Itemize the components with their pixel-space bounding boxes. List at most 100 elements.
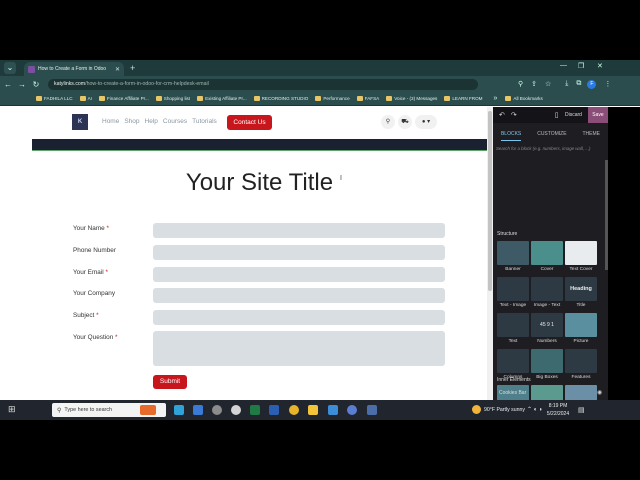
back-icon[interactable]: ← bbox=[2, 80, 14, 89]
bookmarks-bar: FADHILA LLC AI Finance Affiliate Pr... S… bbox=[0, 92, 640, 106]
clock-date[interactable]: 5/22/2024 bbox=[545, 411, 571, 417]
discard-button[interactable]: Discard bbox=[565, 112, 582, 118]
block-features[interactable]: Features bbox=[565, 349, 597, 380]
undo-icon[interactable]: ↶ bbox=[499, 111, 505, 119]
notification-icon[interactable]: ▤ bbox=[578, 406, 585, 414]
contact-us-button[interactable]: Contact Us bbox=[227, 115, 272, 130]
chrome-icon[interactable] bbox=[367, 405, 377, 415]
bookmark-item[interactable]: Performance bbox=[315, 96, 350, 101]
search-icon[interactable]: ⚲ bbox=[381, 115, 395, 129]
extensions-icon[interactable]: ⧉ bbox=[576, 80, 581, 88]
user-icon[interactable]: ● ▾ bbox=[415, 115, 437, 129]
chevron-right-icon[interactable]: » bbox=[493, 95, 497, 102]
share-icon[interactable]: ⇪ bbox=[531, 80, 537, 88]
nav-courses[interactable]: Courses bbox=[163, 118, 187, 125]
weather-icon bbox=[472, 405, 481, 414]
block-image-text[interactable]: Image - Text bbox=[531, 277, 563, 308]
save-button[interactable]: Save bbox=[588, 107, 608, 123]
label-your-company: Your Company bbox=[73, 290, 116, 297]
tab-customize[interactable]: CUSTOMIZE bbox=[537, 127, 566, 141]
text-cursor-icon: I bbox=[340, 175, 342, 182]
nav-shop[interactable]: Shop bbox=[124, 118, 139, 125]
scroll-thumb[interactable] bbox=[488, 111, 492, 291]
menu-icon[interactable]: ⋮ bbox=[604, 80, 611, 88]
chrome-icon[interactable] bbox=[347, 405, 357, 415]
clock-time[interactable]: 8:19 PM bbox=[547, 403, 569, 409]
bookmark-item[interactable]: FADHILA LLC bbox=[36, 96, 73, 101]
block-cover[interactable]: Cover bbox=[531, 241, 563, 272]
app-icon[interactable] bbox=[212, 405, 222, 415]
profile-avatar[interactable]: F bbox=[587, 79, 597, 89]
url-path: /how-to-create-a-form-in-odoo-for-crm-he… bbox=[85, 81, 209, 87]
browser-tab[interactable]: How to Create a Form in Odoo ✕ bbox=[24, 62, 124, 76]
block-text-image[interactable]: Text - Image bbox=[497, 277, 529, 308]
tab-theme[interactable]: THEME bbox=[583, 127, 601, 141]
all-bookmarks[interactable]: All Bookmarks bbox=[505, 96, 543, 101]
minimize-icon[interactable]: — bbox=[560, 62, 567, 69]
subject-input[interactable] bbox=[153, 310, 445, 325]
search-icon: ⚲ bbox=[57, 407, 62, 414]
phone-number-input[interactable] bbox=[153, 245, 445, 260]
block-search-input[interactable]: Search for a block (e.g. numbers, image … bbox=[496, 144, 605, 154]
bookmark-item[interactable]: Finance Affiliate Pr... bbox=[98, 96, 149, 101]
tray-icons[interactable]: ⌃ ◐ ◗ bbox=[527, 406, 543, 413]
bookmark-item[interactable]: FAFSA bbox=[356, 96, 379, 101]
browser-toolbar: ← → ↻ katylinks.com /how-to-create-a-for… bbox=[0, 76, 640, 92]
block-title[interactable]: Heading Title bbox=[565, 277, 597, 308]
cart-icon[interactable]: ⛟ bbox=[398, 115, 412, 129]
folder-icon bbox=[98, 96, 105, 101]
windows-start-icon[interactable]: ⊞ bbox=[8, 405, 17, 414]
close-icon[interactable]: ✕ bbox=[115, 66, 120, 73]
folder-icon bbox=[386, 96, 393, 101]
block-text[interactable]: Text bbox=[497, 313, 529, 344]
folder-icon bbox=[197, 96, 204, 101]
new-tab-icon[interactable]: + bbox=[130, 62, 135, 74]
bookmark-item[interactable]: LEARN FROM bbox=[444, 96, 482, 101]
bookmark-item[interactable]: AI bbox=[79, 96, 92, 101]
chrome-icon[interactable] bbox=[289, 405, 299, 415]
bookmark-item[interactable]: Voice - (3) Messages bbox=[386, 96, 437, 101]
forward-icon[interactable]: → bbox=[16, 80, 28, 89]
block-banner[interactable]: Banner bbox=[497, 241, 529, 272]
site-logo[interactable]: K bbox=[72, 114, 88, 130]
reload-icon[interactable]: ↻ bbox=[30, 80, 42, 89]
address-bar[interactable]: katylinks.com /how-to-create-a-form-in-o… bbox=[48, 78, 478, 90]
bookmark-item[interactable]: RECORDING STUDIO bbox=[253, 96, 308, 101]
your-name-input[interactable] bbox=[153, 223, 445, 238]
block-picture[interactable]: Picture bbox=[565, 313, 597, 344]
bookmark-item[interactable]: Shopping list bbox=[155, 96, 190, 101]
redo-icon[interactable]: ↷ bbox=[511, 111, 517, 119]
your-email-input[interactable] bbox=[153, 267, 445, 282]
edge-icon[interactable] bbox=[174, 405, 184, 415]
weather-text[interactable]: 90°F Partly sunny bbox=[484, 407, 525, 413]
word-icon[interactable] bbox=[269, 405, 279, 415]
block-numbers[interactable]: 45 9 1 Numbers bbox=[531, 313, 563, 344]
star-icon[interactable]: ☆ bbox=[545, 80, 551, 88]
tab-blocks[interactable]: BLOCKS bbox=[500, 127, 522, 141]
app-icon[interactable] bbox=[328, 405, 338, 415]
bookmark-item[interactable]: Existing Affiliate Pr... bbox=[197, 96, 247, 101]
your-company-input[interactable] bbox=[153, 288, 445, 303]
translate-icon[interactable]: ⚲ bbox=[518, 80, 523, 88]
excel-icon[interactable] bbox=[250, 405, 260, 415]
mobile-preview-icon[interactable]: ▯ bbox=[555, 111, 559, 119]
label-phone-number: Phone Number bbox=[73, 247, 116, 254]
app-icon[interactable] bbox=[193, 405, 203, 415]
tab-search-icon[interactable]: ⌄ bbox=[4, 62, 16, 74]
maximize-icon[interactable]: ❐ bbox=[578, 62, 584, 70]
label-your-question: Your Question * bbox=[73, 334, 118, 341]
app-icon[interactable] bbox=[231, 405, 241, 415]
window-close-icon[interactable]: ✕ bbox=[597, 62, 603, 70]
page-title[interactable]: Your Site Title bbox=[32, 169, 487, 197]
nav-help[interactable]: Help bbox=[145, 118, 158, 125]
block-text-cover[interactable]: Text Cover bbox=[565, 241, 597, 272]
taskbar-search-box[interactable]: ⚲ Type here to search bbox=[52, 403, 166, 417]
nav-home[interactable]: Home bbox=[102, 118, 119, 125]
folder-icon[interactable] bbox=[308, 405, 318, 415]
block-columns[interactable]: Columns bbox=[497, 349, 529, 380]
editor-tabs: BLOCKS CUSTOMIZE THEME bbox=[493, 127, 608, 141]
download-icon[interactable]: ⤓ bbox=[565, 80, 568, 88]
folder-icon bbox=[315, 96, 322, 101]
block-big-boxes[interactable]: Big Boxes bbox=[531, 349, 563, 380]
nav-tutorials[interactable]: Tutorials bbox=[192, 118, 217, 125]
